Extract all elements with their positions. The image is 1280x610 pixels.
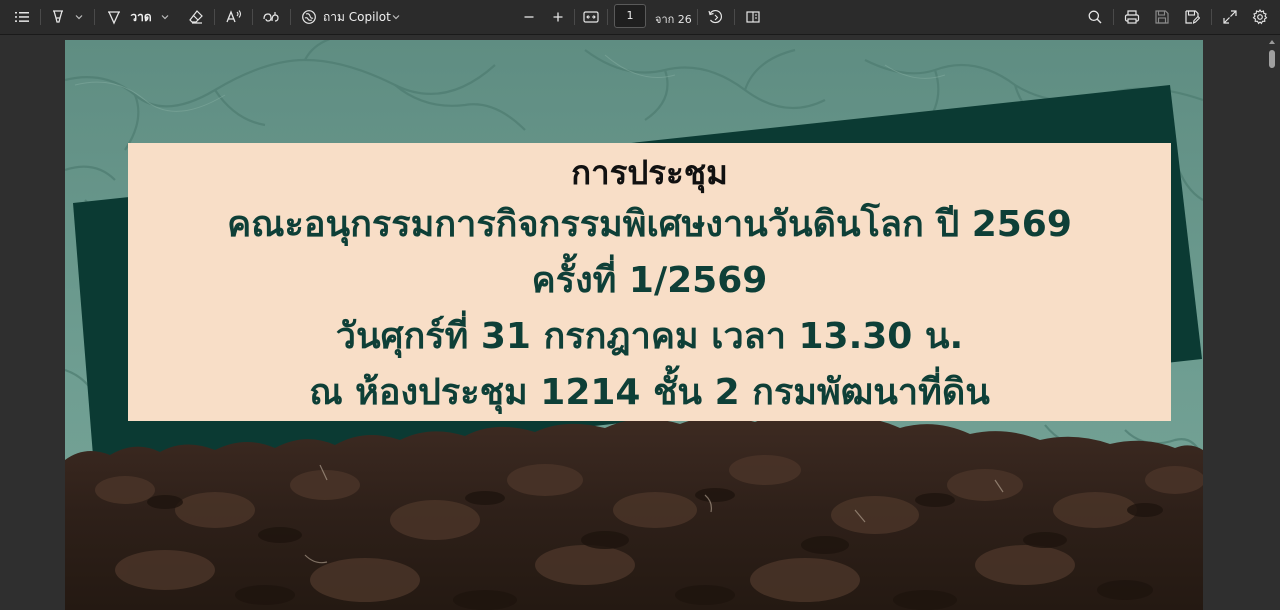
session-number: ครั้งที่ 1/2569 xyxy=(531,260,768,301)
fit-page-icon[interactable] xyxy=(580,5,602,29)
toolbar-separator xyxy=(252,9,253,25)
toolbar-separator xyxy=(734,9,735,25)
toolbar-separator xyxy=(290,9,291,25)
search-icon[interactable] xyxy=(1085,5,1105,29)
toolbar-separator xyxy=(40,9,41,25)
contents-icon[interactable] xyxy=(12,5,32,29)
toolbar-separator xyxy=(607,9,608,25)
toolbar-separator xyxy=(697,9,698,25)
scroll-up-arrow-icon[interactable] xyxy=(1269,40,1275,44)
draw-button[interactable]: วาด xyxy=(128,5,154,29)
page-view-icon[interactable] xyxy=(742,5,764,29)
page-count-label: จาก 26 xyxy=(655,13,692,26)
committee-name: คณะอนุกรรมการกิจกรรมพิเศษงานวันดินโลก ปี… xyxy=(227,204,1072,245)
meeting-venue: ณ ห้องประชุม 1214 ชั้น 2 กรมพัฒนาที่ดิน xyxy=(309,372,990,413)
pdf-toolbar: วาด ถาม Copilot 1 จาก 26 xyxy=(0,0,1280,35)
read-aloud-icon[interactable] xyxy=(223,5,245,29)
pdf-page: การประชุม คณะอนุกรรมการกิจกรรมพิเศษงานวั… xyxy=(65,40,1203,610)
save-icon[interactable] xyxy=(1152,5,1172,29)
toolbar-separator xyxy=(1113,9,1114,25)
settings-icon[interactable] xyxy=(1250,5,1270,29)
erase-icon[interactable] xyxy=(186,5,206,29)
fullscreen-icon[interactable] xyxy=(1220,5,1240,29)
save-as-icon[interactable] xyxy=(1182,5,1202,29)
toolbar-separator xyxy=(94,9,95,25)
meeting-title-banner: การประชุม คณะอนุกรรมการกิจกรรมพิเศษงานวั… xyxy=(128,143,1171,421)
draw-options-chevron-down-icon[interactable] xyxy=(158,5,172,29)
vertical-scrollbar[interactable] xyxy=(1266,36,1278,610)
copilot-icon[interactable] xyxy=(299,5,319,29)
ask-copilot-label: ถาม Copilot xyxy=(323,9,391,24)
highlight-icon[interactable] xyxy=(48,5,68,29)
ask-copilot-button[interactable]: ถาม Copilot xyxy=(323,5,391,29)
draw-label: วาด xyxy=(130,9,152,24)
copilot-options-chevron-down-icon[interactable] xyxy=(389,5,403,29)
print-icon[interactable] xyxy=(1122,5,1142,29)
meeting-heading: การประชุม xyxy=(571,153,728,192)
toolbar-separator xyxy=(214,9,215,25)
scrollbar-thumb[interactable] xyxy=(1269,50,1275,68)
draw-icon[interactable] xyxy=(104,5,124,29)
rotate-icon[interactable] xyxy=(704,5,726,29)
zoom-in-icon[interactable] xyxy=(549,5,567,29)
toolbar-separator xyxy=(1211,9,1212,25)
translate-icon[interactable] xyxy=(260,5,282,29)
toolbar-separator xyxy=(574,9,575,25)
meeting-datetime: วันศุกร์ที่ 31 กรกฎาคม เวลา 13.30 น. xyxy=(335,316,964,357)
zoom-out-icon[interactable] xyxy=(520,5,538,29)
page-number-input[interactable]: 1 xyxy=(614,4,646,28)
highlight-options-chevron-down-icon[interactable] xyxy=(72,5,86,29)
